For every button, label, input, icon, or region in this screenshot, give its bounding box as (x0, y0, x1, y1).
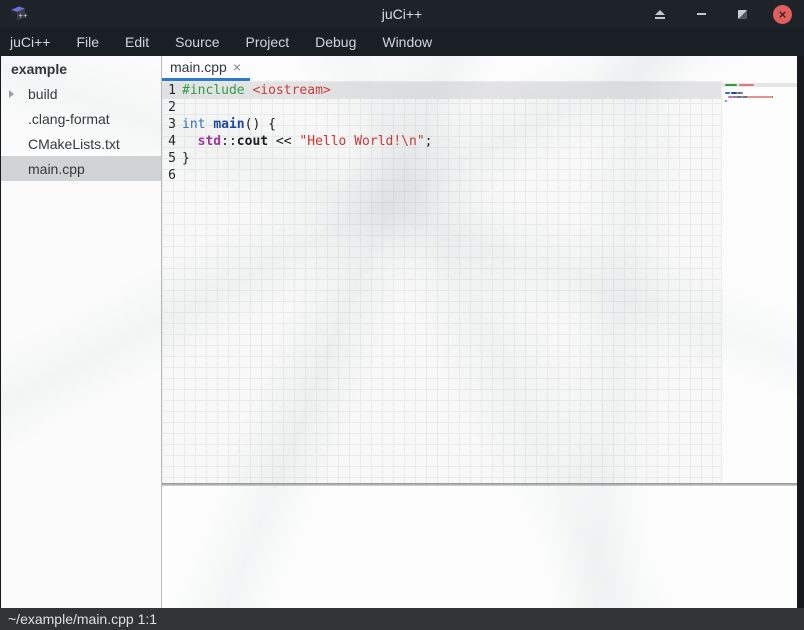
sidebar-item-build[interactable]: build (1, 81, 161, 106)
menu-item-project[interactable]: Project (233, 28, 303, 56)
tree-item-label: build (28, 86, 58, 102)
main-area: example build .clang-format CMakeLists.txt m… (0, 56, 804, 608)
minimize-button[interactable] (691, 4, 711, 24)
terminal-panel[interactable] (162, 486, 797, 608)
line-number: 6 (165, 167, 176, 184)
juci-window: ++ juCi++ × juCi++FileEditSourceProjectD… (0, 0, 804, 630)
sidebar-item-cmakelists-txt[interactable]: CMakeLists.txt (1, 131, 161, 156)
code-text: } (182, 150, 190, 167)
minimap-line (722, 103, 797, 107)
line-number: 5 (165, 150, 176, 167)
titlebar: ++ juCi++ × (0, 0, 804, 28)
maximize-icon (738, 10, 747, 19)
menu-item-edit[interactable]: Edit (112, 28, 162, 56)
project-root-example[interactable]: example (1, 56, 161, 81)
tab-close-icon[interactable]: × (233, 60, 241, 74)
tabbar: main.cpp × (162, 56, 797, 81)
window-controls: × (650, 4, 792, 24)
code-line: 4 std::cout << "Hello World!\n"; (162, 133, 721, 150)
menu-item-juci[interactable]: juCi++ (8, 28, 63, 56)
line-number: 2 (165, 99, 176, 116)
code-line: 2 (162, 99, 721, 116)
editor-column: main.cpp × 1 #include <iostream> 23 int main… (162, 56, 797, 608)
shade-icon (655, 10, 665, 19)
code-text: int main() { (182, 116, 276, 133)
code-line: 3 int main() { (162, 116, 721, 133)
shade-button[interactable] (650, 4, 670, 24)
tab-main-cpp[interactable]: main.cpp × (162, 56, 250, 81)
statusbar: ~/example/main.cpp 1:1 (0, 608, 804, 630)
menu-item-window[interactable]: Window (369, 28, 445, 56)
minimize-icon (697, 13, 706, 15)
line-number: 3 (165, 116, 176, 133)
tab-label: main.cpp (170, 59, 227, 75)
line-number: 1 (165, 82, 176, 99)
sidebar-item-clang-format[interactable]: .clang-format (1, 106, 161, 131)
editor: 1#include <iostream>23int main() {4 std:… (162, 81, 797, 483)
menu-item-debug[interactable]: Debug (302, 28, 369, 56)
code-area[interactable]: 1#include <iostream>23int main() {4 std:… (162, 81, 721, 483)
menu-item-source[interactable]: Source (162, 28, 232, 56)
code-text: std::cout << "Hello World!\n"; (182, 133, 432, 150)
expander-icon[interactable] (9, 90, 26, 98)
sidebar-item-main-cpp[interactable]: main.cpp (1, 156, 161, 181)
cursor-location: ~/example/main.cpp 1:1 (8, 611, 157, 627)
code-line: 6 (162, 167, 721, 184)
close-icon: × (779, 8, 787, 21)
line-number: 4 (165, 133, 176, 150)
code-line: 1 #include <iostream> (162, 82, 721, 99)
tree-item-label: CMakeLists.txt (28, 136, 120, 152)
menu-item-file[interactable]: File (63, 28, 112, 56)
menubar: juCi++FileEditSourceProjectDebugWindow (0, 28, 804, 56)
minimap[interactable] (721, 81, 797, 483)
tree-item-label: main.cpp (28, 161, 85, 177)
close-button[interactable]: × (773, 5, 792, 24)
tree-item-label: .clang-format (28, 111, 110, 127)
workspace: example build .clang-format CMakeLists.txt m… (1, 56, 797, 608)
code-text: #include <iostream> (182, 82, 331, 99)
maximize-button[interactable] (732, 4, 752, 24)
file-tree: example build .clang-format CMakeLists.txt m… (1, 56, 162, 608)
code-line: 5} (162, 150, 721, 167)
